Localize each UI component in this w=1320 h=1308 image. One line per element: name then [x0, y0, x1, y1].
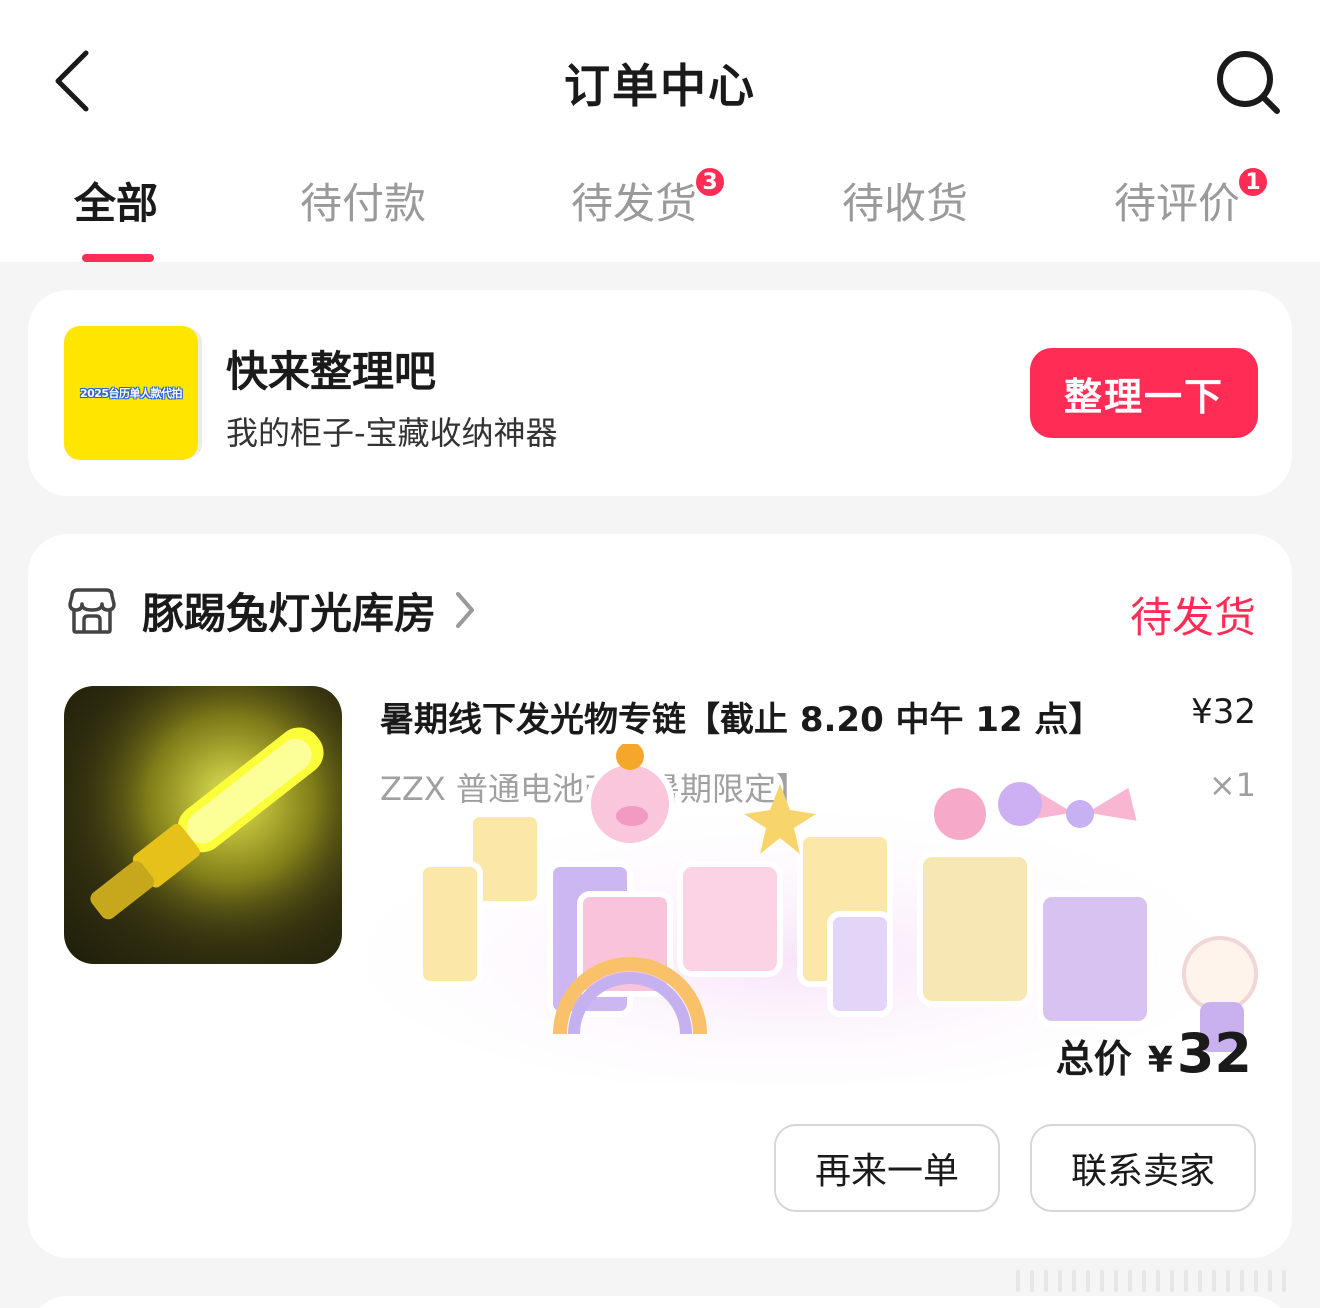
- page-title: 订单中心: [564, 59, 756, 113]
- chevron-right-icon: [456, 592, 475, 628]
- active-tab-indicator: [82, 254, 154, 262]
- order-total: 总价 ¥ 32: [1056, 1022, 1252, 1085]
- contact-seller-button[interactable]: 联系卖家: [1030, 1124, 1256, 1212]
- tab-all[interactable]: 全部: [74, 170, 158, 262]
- search-button[interactable]: [1212, 46, 1284, 118]
- total-label: 总价: [1055, 1037, 1132, 1081]
- total-amount: 32: [1176, 1022, 1252, 1085]
- product-price: ¥32: [1191, 692, 1256, 732]
- product-title[interactable]: 暑期线下发光物专链【截止 8.20 中午 12 点】: [380, 692, 1103, 741]
- glow-stick-picture: [64, 686, 342, 964]
- promo-thumbnail-text: 2025台历单人款代拍: [79, 387, 183, 400]
- organize-button[interactable]: 整理一下: [1030, 348, 1258, 438]
- store-name: 豚踢兔灯光库房: [142, 588, 437, 638]
- total-currency: ¥: [1147, 1040, 1173, 1081]
- promo-title: 快来整理吧: [226, 347, 437, 396]
- product-quantity: ×1: [1208, 766, 1256, 804]
- header: 订单中心 全部 待付款 待发货 3 待收货 待评价 1: [0, 0, 1320, 262]
- order-card[interactable]: 豚踢兔灯光库房 待发货 暑期线下发光物专链【截止 8.20 中午 12 点】 ¥…: [28, 534, 1292, 1258]
- tab-pending-shipment[interactable]: 待发货 3: [571, 166, 726, 262]
- reorder-button[interactable]: 再来一单: [774, 1124, 1000, 1212]
- tab-label: 待评价: [1114, 179, 1241, 228]
- tab-label: 全部: [74, 179, 159, 228]
- tab-pending-receipt[interactable]: 待收货: [842, 170, 968, 262]
- store-icon: [68, 588, 116, 634]
- product-image[interactable]: [64, 686, 342, 964]
- search-icon: [1217, 51, 1280, 114]
- tab-label: 待付款: [300, 179, 427, 228]
- tab-label: 待收货: [842, 179, 969, 228]
- order-tabs: 全部 待付款 待发货 3 待收货 待评价 1: [0, 166, 1320, 262]
- store-link[interactable]: 豚踢兔灯光库房: [64, 578, 476, 642]
- promo-subtitle: 我的柜子-宝藏收纳神器: [226, 414, 558, 452]
- tab-pending-review[interactable]: 待评价 1: [1114, 166, 1269, 262]
- count-badge: 1: [1237, 166, 1269, 198]
- tab-label: 待发货: [571, 179, 698, 228]
- next-order-card[interactable]: [28, 1296, 1292, 1308]
- watermark: [1016, 1268, 1306, 1294]
- product-spec: ZZX 普通电池改【暑期限定】: [380, 770, 808, 808]
- tab-pending-payment[interactable]: 待付款: [300, 170, 426, 262]
- promo-card[interactable]: 2025台历单人款代拍 快来整理吧 我的柜子-宝藏收纳神器 整理一下: [28, 290, 1292, 496]
- order-status: 待发货: [1129, 593, 1256, 642]
- promo-thumbnail: 2025台历单人款代拍: [64, 326, 198, 460]
- count-badge: 3: [694, 166, 726, 198]
